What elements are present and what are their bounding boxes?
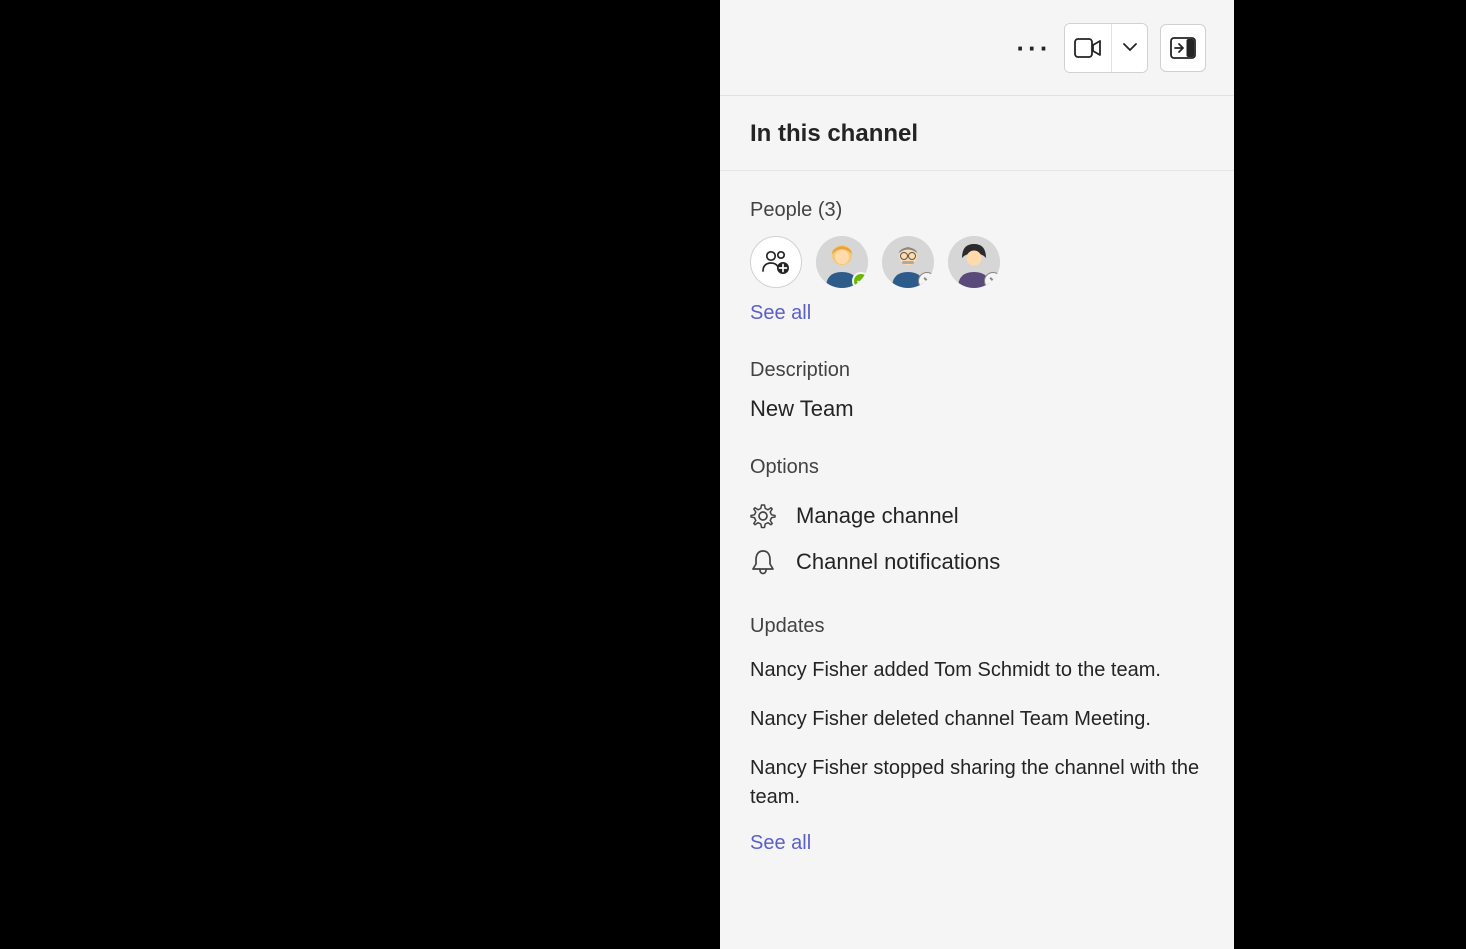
options-section: Options Manage channel Channel bbox=[750, 456, 1204, 585]
see-all-updates-link[interactable]: See all bbox=[750, 832, 1204, 855]
description-value: New Team bbox=[750, 396, 1204, 422]
open-pane-icon bbox=[1170, 37, 1196, 59]
toolbar: ··· bbox=[720, 0, 1234, 96]
update-item: Nancy Fisher stopped sharing the channel… bbox=[750, 754, 1204, 812]
meet-dropdown-button[interactable] bbox=[1111, 24, 1147, 72]
people-section: People (3) bbox=[750, 199, 1204, 325]
updates-list: Nancy Fisher added Tom Schmidt to the te… bbox=[750, 656, 1204, 812]
updates-label: Updates bbox=[750, 615, 1204, 638]
manage-channel-option[interactable]: Manage channel bbox=[750, 493, 1204, 539]
update-item: Nancy Fisher added Tom Schmidt to the te… bbox=[750, 656, 1204, 685]
description-label: Description bbox=[750, 359, 1204, 382]
presence-offline-icon bbox=[918, 272, 934, 288]
panel-header: In this channel bbox=[720, 96, 1234, 171]
bell-icon bbox=[750, 549, 776, 575]
avatar-row bbox=[750, 236, 1204, 288]
more-options-button[interactable]: ··· bbox=[1016, 30, 1052, 66]
video-icon bbox=[1074, 38, 1102, 58]
chevron-down-icon bbox=[1123, 43, 1137, 52]
presence-available-icon bbox=[852, 272, 868, 288]
see-all-people-link[interactable]: See all bbox=[750, 302, 1204, 325]
people-label: People (3) bbox=[750, 199, 1204, 222]
avatar[interactable] bbox=[882, 236, 934, 288]
option-label: Channel notifications bbox=[796, 549, 1000, 575]
add-people-button[interactable] bbox=[750, 236, 802, 288]
update-item: Nancy Fisher deleted channel Team Meetin… bbox=[750, 705, 1204, 734]
gear-icon bbox=[750, 503, 776, 529]
avatar[interactable] bbox=[948, 236, 1000, 288]
panel-title: In this channel bbox=[750, 120, 1204, 148]
description-section: Description New Team bbox=[750, 359, 1204, 422]
meet-video-button[interactable] bbox=[1065, 24, 1111, 72]
presence-offline-icon bbox=[984, 272, 1000, 288]
channel-info-panel: ··· In this channel bbox=[720, 0, 1234, 949]
add-people-icon bbox=[762, 249, 790, 275]
open-pane-button[interactable] bbox=[1160, 24, 1206, 72]
channel-notifications-option[interactable]: Channel notifications bbox=[750, 539, 1204, 585]
avatar[interactable] bbox=[816, 236, 868, 288]
meet-button-group bbox=[1064, 23, 1148, 73]
option-label: Manage channel bbox=[796, 503, 959, 529]
panel-content: People (3) bbox=[720, 171, 1234, 875]
updates-section: Updates Nancy Fisher added Tom Schmidt t… bbox=[750, 615, 1204, 855]
options-label: Options bbox=[750, 456, 1204, 479]
